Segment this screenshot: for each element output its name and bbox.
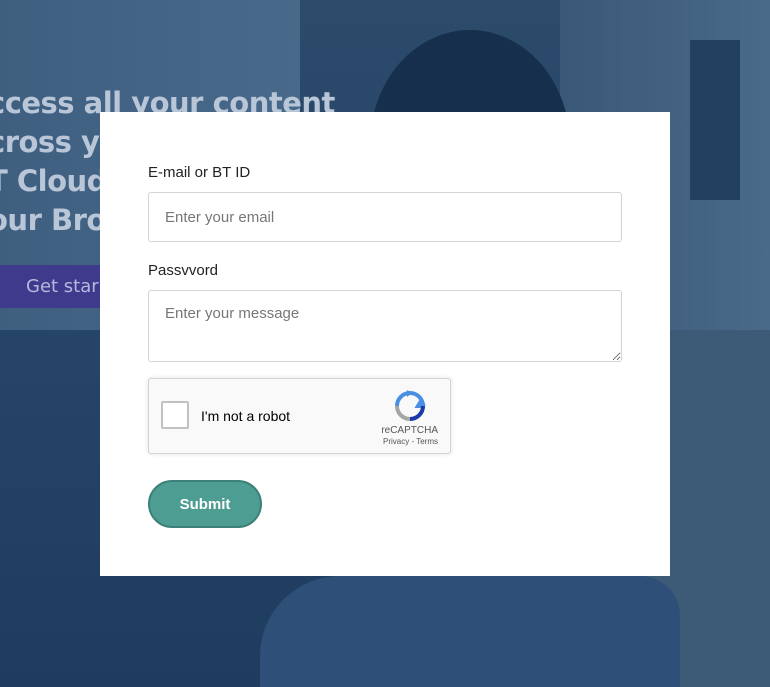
recaptcha-privacy-link[interactable]: Privacy <box>383 437 409 446</box>
recaptcha-widget: I'm not a robot reCAPTCHA Privacy - Term… <box>148 378 451 454</box>
password-label: Passvvord <box>148 262 219 279</box>
email-label: E-mail or BT ID <box>148 164 251 181</box>
login-form-card: E-mail or BT ID Passvvord I'm not a robo… <box>100 112 670 576</box>
password-input[interactable] <box>148 290 622 362</box>
recaptcha-links: Privacy - Terms <box>383 437 438 446</box>
recaptcha-checkbox[interactable] <box>161 401 189 429</box>
recaptcha-label: I'm not a robot <box>201 408 291 424</box>
background-figure <box>260 576 680 687</box>
recaptcha-brand: reCAPTCHA <box>381 425 438 436</box>
submit-button[interactable]: Submit <box>148 480 262 528</box>
recaptcha-terms-link[interactable]: Terms <box>416 437 438 446</box>
recaptcha-logo-icon <box>395 390 426 421</box>
email-input[interactable] <box>148 192 622 242</box>
background-shelf-detail <box>690 40 740 200</box>
